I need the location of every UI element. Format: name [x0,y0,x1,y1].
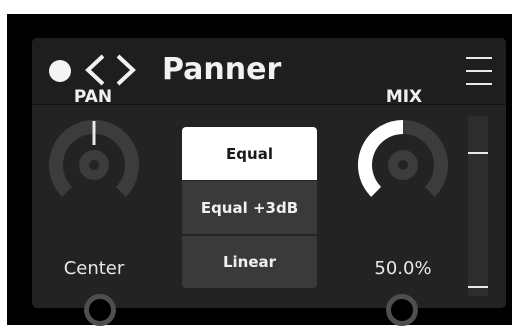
meter-floor-marker [468,286,488,288]
input-port-icon[interactable] [84,294,116,326]
mix-value: 50.0% [374,258,432,279]
mix-knob[interactable] [353,115,453,215]
plugin-title: Panner [162,52,282,87]
hamburger-menu-icon[interactable] [466,57,492,85]
chevron-left-icon[interactable] [83,53,107,87]
pan-law-linear-button[interactable]: Linear [182,236,317,288]
power-dot-icon[interactable] [49,60,71,82]
pan-law-equal-3db-button[interactable]: Equal +3dB [182,181,317,234]
mix-label: MIX [385,87,423,107]
pan-law-equal-button[interactable]: Equal [182,127,317,180]
pan-value: Center [63,258,125,279]
chevron-right-icon[interactable] [114,53,138,87]
pan-knob[interactable] [44,115,144,215]
output-port-icon[interactable] [386,294,418,326]
pan-label: PAN [73,87,113,107]
output-level-meter[interactable] [468,116,488,296]
meter-peak-marker [468,152,488,154]
